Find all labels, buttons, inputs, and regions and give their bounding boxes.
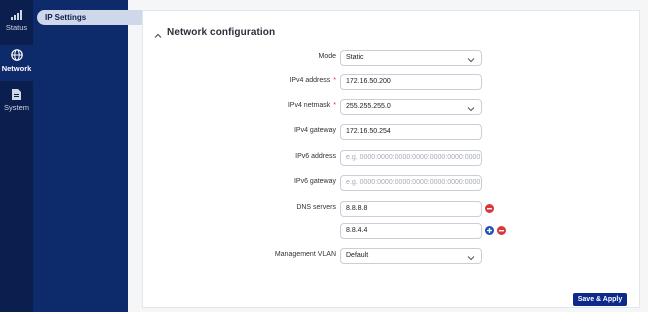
rail-item-system[interactable]: System — [0, 86, 33, 124]
management-vlan-label: Management VLAN — [274, 251, 336, 258]
management-vlan-value: Default — [346, 252, 369, 259]
ipv4-gateway-input[interactable]: 172.16.50.254 — [340, 124, 482, 140]
management-vlan-select[interactable]: Default — [340, 248, 482, 264]
document-icon — [11, 88, 23, 100]
management-vlan-row: Management VLAN Default — [143, 248, 641, 264]
ipv4-address-input[interactable]: 172.16.50.200 — [340, 74, 482, 90]
icon-rail: Status Network System — [0, 0, 33, 312]
chevron-down-icon — [467, 55, 475, 63]
ipv6-gateway-row: IPv6 gateway e.g. 0000:0000:0000:0000:00… — [143, 175, 641, 191]
signal-bars-icon — [11, 8, 23, 20]
rail-item-network[interactable]: Network — [0, 45, 33, 81]
ipv6-address-input[interactable]: e.g. 0000:0000:0000:0000:0000:0000:0000:… — [340, 150, 482, 166]
dns-servers-label: DNS servers — [296, 204, 336, 211]
ipv4-address-label: IPv4 address * — [289, 77, 336, 84]
minus-icon — [499, 229, 504, 231]
ipv6-address-row: IPv6 address e.g. 0000:0000:0000:0000:00… — [143, 150, 641, 166]
chevron-up-icon — [153, 28, 163, 38]
save-apply-button[interactable]: Save & Apply — [573, 293, 627, 306]
remove-dns-button[interactable] — [497, 226, 506, 235]
mode-row: Mode Static — [143, 50, 641, 66]
remove-dns-button[interactable] — [485, 204, 494, 213]
network-configuration-card: Network configuration Mode Static IPv4 a… — [142, 10, 640, 308]
ipv4-netmask-row: IPv4 netmask * 255.255.255.0 — [143, 99, 641, 115]
dns-servers-row: DNS servers 8.8.8.8 — [143, 201, 641, 217]
ipv4-address-row: IPv4 address * 172.16.50.200 — [143, 74, 641, 90]
secondary-nav: IP Settings — [33, 0, 157, 312]
ipv4-gateway-label: IPv4 gateway — [293, 127, 336, 134]
subnav-item-ip-settings[interactable]: IP Settings — [37, 10, 157, 25]
section-header[interactable]: Network configuration — [153, 27, 275, 38]
chevron-down-icon — [467, 104, 475, 112]
required-marker: * — [333, 77, 336, 84]
mode-label: Mode — [318, 53, 336, 60]
dns-servers-row-2: 8.8.4.4 — [143, 223, 641, 239]
ipv6-gateway-input[interactable]: e.g. 0000:0000:0000:0000:0000:0000:0000:… — [340, 175, 482, 191]
mode-value: Static — [346, 54, 364, 61]
rail-item-label: Status — [5, 23, 28, 32]
ipv4-netmask-label: IPv4 netmask * — [287, 102, 336, 109]
ipv4-gateway-row: IPv4 gateway 172.16.50.254 — [143, 124, 641, 140]
required-marker: * — [333, 102, 336, 109]
mode-select[interactable]: Static — [340, 50, 482, 66]
globe-icon — [10, 49, 23, 61]
ipv6-gateway-label: IPv6 gateway — [293, 178, 336, 185]
minus-icon — [487, 207, 492, 209]
ipv6-address-label: IPv6 address — [295, 153, 336, 160]
dns-server-input[interactable]: 8.8.4.4 — [340, 223, 482, 239]
rail-item-label: Network — [1, 64, 32, 73]
dns-server-input[interactable]: 8.8.8.8 — [340, 201, 482, 217]
ipv4-netmask-select[interactable]: 255.255.255.0 — [340, 99, 482, 115]
plus-icon — [487, 228, 492, 233]
chevron-down-icon — [467, 253, 475, 261]
ipv4-netmask-value: 255.255.255.0 — [346, 103, 391, 110]
rail-item-status[interactable]: Status — [0, 8, 33, 46]
add-dns-button[interactable] — [485, 226, 494, 235]
section-title: Network configuration — [167, 27, 276, 38]
rail-item-label: System — [3, 103, 29, 112]
